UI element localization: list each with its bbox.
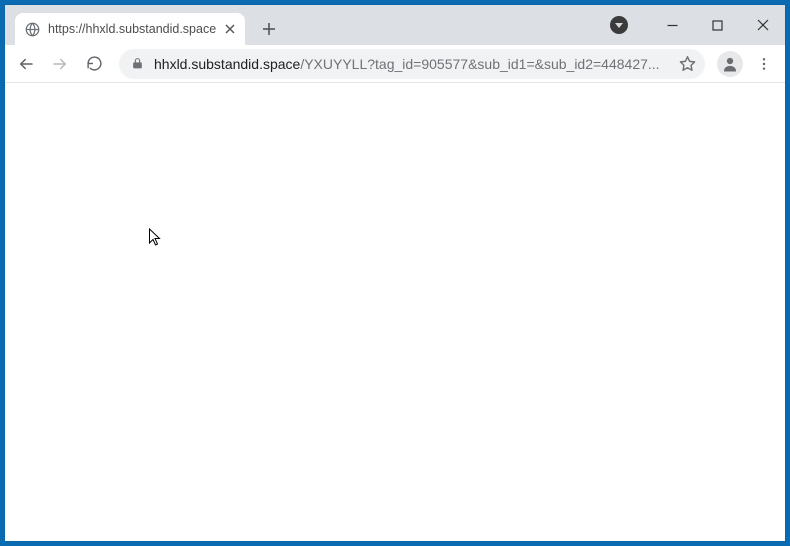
browser-window: https://hhxld.substandid.space/Y — [5, 5, 785, 541]
reload-button[interactable] — [79, 49, 109, 79]
tab-strip: https://hhxld.substandid.space/Y — [5, 5, 785, 45]
bookmark-star-icon[interactable] — [675, 52, 699, 76]
url-text: hhxld.substandid.space/YXUYYLL?tag_id=90… — [154, 56, 667, 72]
window-minimize-button[interactable] — [650, 10, 695, 40]
tab-active[interactable]: https://hhxld.substandid.space/Y — [15, 13, 245, 45]
chrome-menu-button[interactable] — [749, 49, 779, 79]
tab-close-button[interactable] — [222, 21, 237, 37]
page-content — [5, 83, 785, 541]
back-button[interactable] — [11, 49, 41, 79]
lock-icon — [131, 57, 144, 70]
forward-button[interactable] — [45, 49, 75, 79]
tab-title: https://hhxld.substandid.space/Y — [48, 22, 216, 36]
mouse-cursor-icon — [148, 228, 163, 253]
nav-toolbar: hhxld.substandid.space/YXUYYLL?tag_id=90… — [5, 45, 785, 83]
url-host: hhxld.substandid.space — [154, 56, 300, 72]
url-path: /YXUYYLL?tag_id=905577&sub_id1=&sub_id2=… — [300, 56, 659, 72]
window-maximize-button[interactable] — [695, 10, 740, 40]
globe-icon — [25, 21, 40, 37]
media-control-icon[interactable] — [610, 16, 628, 34]
profile-avatar-button[interactable] — [717, 51, 743, 77]
new-tab-button[interactable] — [255, 15, 283, 43]
address-bar[interactable]: hhxld.substandid.space/YXUYYLL?tag_id=90… — [119, 49, 705, 79]
titlebar-controls — [610, 5, 785, 45]
window-close-button[interactable] — [740, 10, 785, 40]
